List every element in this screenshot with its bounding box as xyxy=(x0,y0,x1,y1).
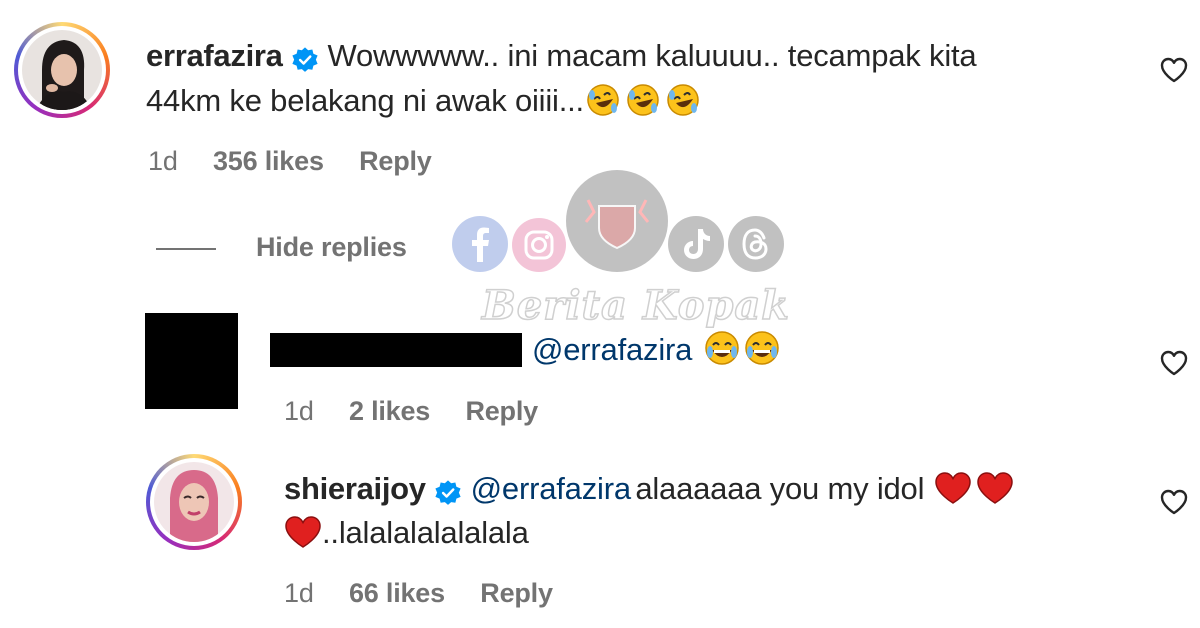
mention-link[interactable]: @errafazira xyxy=(471,471,631,506)
comment-1-line1: errafazira Wowwwww.. ini macam kaluuuu..… xyxy=(146,34,977,78)
avatar-photo xyxy=(22,30,102,110)
red-heart-emoji-icon xyxy=(935,472,972,504)
comment-username[interactable]: errafazira xyxy=(146,38,283,73)
comment-likes-count[interactable]: 2 likes xyxy=(349,396,430,426)
comment-username[interactable]: shieraijoy xyxy=(284,471,426,506)
reply-2-line1: shieraijoy @errafazira alaaaaaa you my i… xyxy=(284,467,1014,511)
like-heart-icon[interactable] xyxy=(1158,486,1190,518)
rofl-emoji-icon xyxy=(627,84,659,116)
reply-button[interactable]: Reply xyxy=(480,578,553,608)
comment-time: 1d xyxy=(284,396,314,426)
verified-badge-icon xyxy=(435,480,461,505)
facebook-icon xyxy=(452,216,508,272)
threads-icon xyxy=(728,216,784,272)
username-redacted xyxy=(270,333,522,367)
watermark-text: Berita Kopak xyxy=(481,281,791,330)
comment-1-meta: 1d 356 likes Reply xyxy=(148,146,460,177)
reply-button[interactable]: Reply xyxy=(359,146,432,176)
mention-link[interactable]: @errafazira xyxy=(532,332,692,367)
like-heart-icon[interactable] xyxy=(1158,347,1190,379)
comment-text-line2: ..lalalalalalalala xyxy=(322,515,529,550)
red-heart-emoji-icon xyxy=(977,472,1014,504)
reply-1-text: @errafazira xyxy=(532,328,780,372)
comment-text: Wowwwww.. ini macam kaluuuu.. tecampak k… xyxy=(327,38,977,73)
comment-time: 1d xyxy=(284,578,314,608)
reply-1-meta: 1d 2 likes Reply xyxy=(284,396,566,427)
tiktok-icon xyxy=(668,216,724,272)
avatar-shieraijoy[interactable] xyxy=(146,454,242,550)
avatar-errafazira[interactable] xyxy=(14,22,110,118)
grinning-sweat-emoji-icon xyxy=(745,331,779,365)
avatar-redacted xyxy=(145,313,238,409)
rofl-emoji-icon xyxy=(587,84,619,116)
replies-divider xyxy=(156,248,216,250)
instagram-icon xyxy=(512,218,566,272)
comment-text-line2: 44km ke belakang ni awak oiiii... xyxy=(146,83,584,118)
verified-badge-icon xyxy=(292,47,318,72)
comment-time: 1d xyxy=(148,146,178,176)
comment-1-line2: 44km ke belakang ni awak oiiii... xyxy=(146,79,700,123)
reply-2-line2: ..lalalalalalalala xyxy=(284,511,529,555)
avatar-photo xyxy=(154,462,234,542)
comment-likes-count[interactable]: 356 likes xyxy=(213,146,324,176)
hide-replies-button[interactable]: Hide replies xyxy=(256,232,407,263)
reply-button[interactable]: Reply xyxy=(465,396,538,426)
red-heart-emoji-icon xyxy=(285,516,321,548)
logo-badge xyxy=(566,170,668,272)
comment-text: alaaaaaa you my idol xyxy=(635,471,925,506)
rofl-emoji-icon xyxy=(667,84,699,116)
like-heart-icon[interactable] xyxy=(1158,54,1190,86)
reply-2-meta: 1d 66 likes Reply xyxy=(284,578,581,609)
comment-likes-count[interactable]: 66 likes xyxy=(349,578,445,608)
grinning-sweat-emoji-icon xyxy=(705,331,739,365)
